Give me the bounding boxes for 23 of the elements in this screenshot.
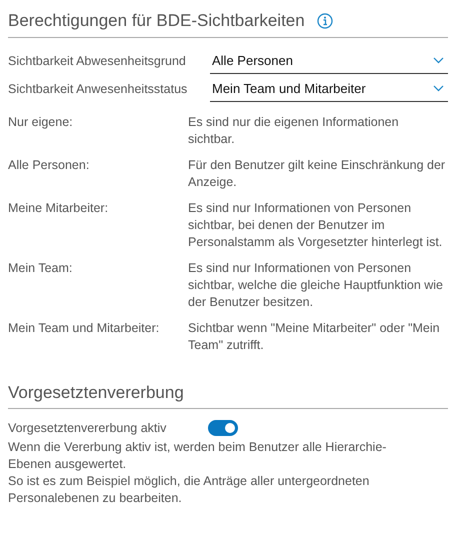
toggle-label: Vorgesetztenvererbung aktiv xyxy=(8,420,168,437)
field-label: Sichtbarkeit Anwesenheitsstatus xyxy=(8,80,188,98)
term-description: Sichtbar wenn "Meine Mitarbeiter" oder "Mein Team" zutrifft. xyxy=(188,320,441,354)
term-description: Es sind nur Informationen von Personen sichtbar, bei denen der Benutzer im Personalstamm als Vorgesetzter hinterlegt ist. xyxy=(188,200,444,250)
term-label: Nur eigene: xyxy=(8,114,74,131)
help-text: Wenn die Vererbung aktiv ist, werden beim Benutzer alle Hierarchie-Ebenen ausgewertet. xyxy=(8,439,388,473)
chevron-down-icon xyxy=(433,85,444,92)
term-label: Mein Team: xyxy=(8,260,74,276)
section-title: Berechtigungen für BDE-Sichtbarkeiten xyxy=(8,10,305,32)
term-description: Es sind nur Informationen von Personen sichtbar, welche die gleiche Hauptfunktion wie der Benutzer besitzen. xyxy=(188,260,444,310)
toggle-switch[interactable] xyxy=(208,420,238,436)
info-icon[interactable] xyxy=(316,12,333,29)
field-label: Sichtbarkeit Abwesenheitsgrund xyxy=(8,52,187,70)
term-label: Alle Personen: xyxy=(8,156,90,174)
help-text: So ist es zum Beispiel möglich, die Anträge aller untergeordneten Personalebenen zu bearbeiten. xyxy=(8,473,370,507)
section-title: Vorgesetztenvererbung xyxy=(8,382,184,402)
term-label: Mein Team und Mitarbeiter: xyxy=(8,320,160,336)
chevron-down-icon xyxy=(433,57,444,64)
term-label: Meine Mitarbeiter: xyxy=(8,200,110,216)
dropdown[interactable]: Alle Personen xyxy=(210,51,448,74)
dropdown[interactable]: Mein Team und Mitarbeiter xyxy=(210,79,448,102)
term-description: Für den Benutzer gilt keine Einschränkung der Anzeige. xyxy=(188,156,446,190)
term-description: Es sind nur die eigenen Informationen sichtbar. xyxy=(188,114,400,148)
